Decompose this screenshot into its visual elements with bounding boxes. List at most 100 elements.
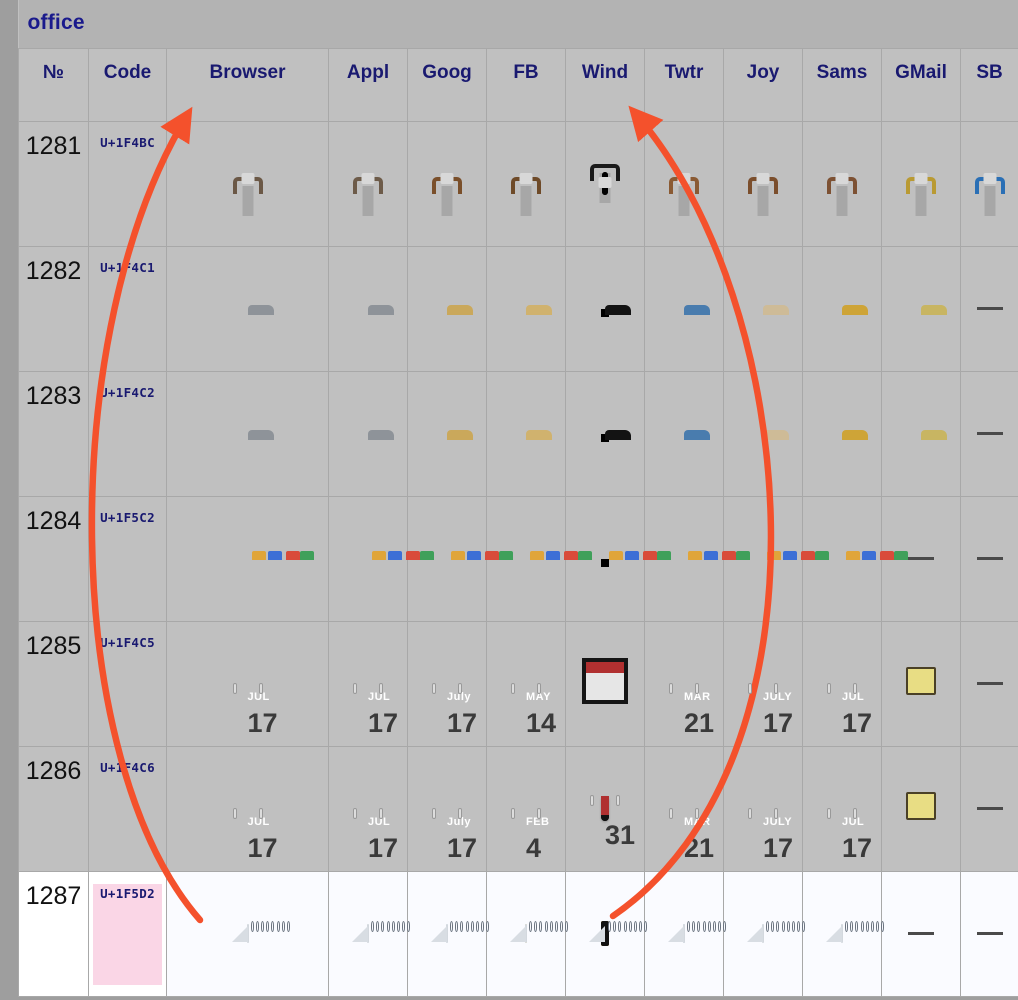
emoji-cell-fb[interactable] bbox=[486, 245, 566, 372]
emoji-cell-sams[interactable] bbox=[802, 370, 882, 497]
emoji-cell-browser[interactable] bbox=[166, 870, 329, 997]
column-header-appl[interactable]: Appl bbox=[328, 47, 408, 122]
emoji-cell-gmail[interactable] bbox=[881, 245, 961, 372]
emoji-cell-wind[interactable]: 31 bbox=[565, 745, 645, 872]
emoji-cell-appl[interactable]: JUL17 bbox=[328, 745, 408, 872]
emoji-cell-fb[interactable]: MAY14 bbox=[486, 620, 566, 747]
emoji-cell-browser[interactable]: JUL17 bbox=[166, 745, 329, 872]
emoji-cell-goog[interactable]: July17 bbox=[407, 745, 487, 872]
row-codepoint-cell[interactable]: U+1F5C2 bbox=[88, 495, 167, 622]
row-codepoint: U+1F5D2 bbox=[93, 883, 162, 985]
emoji-cell-sams[interactable] bbox=[802, 870, 885, 997]
emoji-cell-joy[interactable] bbox=[723, 870, 806, 997]
row-codepoint: U+1F4C1 bbox=[100, 259, 155, 275]
emoji-cell-sb[interactable] bbox=[959, 370, 1018, 497]
emoji-cell-goog[interactable] bbox=[407, 370, 487, 497]
not-available-dash bbox=[976, 431, 1003, 435]
emoji-cell-sams[interactable] bbox=[802, 245, 882, 372]
row-codepoint-cell[interactable]: U+1F4C5 bbox=[88, 620, 167, 747]
emoji-cell-appl[interactable] bbox=[328, 120, 408, 247]
emoji-cell-fb[interactable] bbox=[486, 870, 569, 997]
emoji-cell-sams[interactable] bbox=[802, 120, 882, 247]
emoji-cell-twtr[interactable] bbox=[644, 370, 724, 497]
briefcase-icon bbox=[598, 171, 612, 203]
row-codepoint-cell[interactable]: U+1F5D2 bbox=[88, 870, 167, 997]
emoji-cell-appl[interactable]: JUL17 bbox=[328, 620, 408, 747]
emoji-cell-browser[interactable] bbox=[166, 495, 329, 622]
table-row: 1281 U+1F4BC bbox=[18, 120, 1018, 247]
emoji-cell-gmail[interactable] bbox=[881, 620, 961, 747]
spiral-notepad-icon bbox=[231, 920, 290, 943]
emoji-cell-appl[interactable] bbox=[328, 870, 411, 997]
emoji-cell-joy[interactable] bbox=[723, 245, 803, 372]
emoji-cell-sb[interactable] bbox=[959, 245, 1018, 372]
column-header-code[interactable]: Code bbox=[88, 47, 167, 122]
emoji-cell-wind[interactable] bbox=[565, 370, 645, 497]
emoji-cell-gmail[interactable] bbox=[881, 870, 961, 997]
emoji-cell-gmail[interactable] bbox=[881, 370, 961, 497]
emoji-cell-appl[interactable] bbox=[328, 495, 434, 622]
not-available-dash bbox=[976, 931, 1003, 935]
emoji-cell-sams[interactable]: JUL17 bbox=[802, 620, 882, 747]
column-header-gmail[interactable]: GMail bbox=[881, 47, 961, 122]
emoji-cell-appl[interactable] bbox=[328, 370, 408, 497]
row-codepoint-cell[interactable]: U+1F4C6 bbox=[88, 745, 167, 872]
emoji-cell-sb[interactable] bbox=[959, 120, 1018, 247]
calendar-icon bbox=[906, 792, 936, 825]
emoji-comparison-table-wrapper: office № Code Browser Appl Goog FB Wind Twtr Joy… bbox=[18, 0, 1018, 997]
table-row: 1283 U+1F4C2 bbox=[18, 370, 1018, 497]
row-codepoint: U+1F5C2 bbox=[100, 509, 155, 525]
column-header-wind[interactable]: Wind bbox=[565, 47, 645, 122]
row-codepoint: U+1F4BC bbox=[100, 134, 155, 150]
emoji-cell-goog[interactable] bbox=[407, 245, 487, 372]
row-codepoint-cell[interactable]: U+1F4C1 bbox=[88, 245, 167, 372]
emoji-cell-browser[interactable]: JUL17 bbox=[166, 620, 329, 747]
column-header-goog[interactable]: Goog bbox=[407, 47, 487, 122]
row-codepoint-cell[interactable]: U+1F4C2 bbox=[88, 370, 167, 497]
row-codepoint-cell[interactable]: U+1F4BC bbox=[88, 120, 167, 247]
emoji-cell-wind[interactable] bbox=[565, 620, 645, 747]
emoji-cell-joy[interactable] bbox=[723, 370, 803, 497]
calendar-icon bbox=[582, 658, 628, 709]
emoji-cell-twtr[interactable]: MAR21 bbox=[644, 745, 724, 872]
emoji-cell-fb[interactable] bbox=[486, 370, 566, 497]
column-header-sb[interactable]: SB bbox=[959, 47, 1018, 122]
column-header-fb[interactable]: FB bbox=[486, 47, 566, 122]
emoji-cell-appl[interactable] bbox=[328, 245, 408, 372]
emoji-cell-joy[interactable] bbox=[723, 120, 803, 247]
spiral-notepad-icon bbox=[747, 920, 806, 943]
emoji-cell-goog[interactable]: July17 bbox=[407, 620, 487, 747]
emoji-cell-sb[interactable] bbox=[959, 870, 1018, 997]
emoji-cell-fb[interactable] bbox=[486, 120, 566, 247]
emoji-cell-wind[interactable] bbox=[565, 245, 645, 372]
emoji-cell-wind[interactable] bbox=[565, 870, 648, 997]
emoji-cell-goog[interactable] bbox=[407, 870, 490, 997]
column-header-num[interactable]: № bbox=[18, 47, 89, 122]
emoji-cell-browser[interactable] bbox=[166, 370, 329, 497]
emoji-cell-twtr[interactable] bbox=[644, 870, 727, 997]
emoji-cell-joy[interactable]: JULY17 bbox=[723, 745, 803, 872]
emoji-cell-twtr[interactable] bbox=[644, 245, 724, 372]
emoji-cell-sb[interactable] bbox=[959, 495, 1018, 622]
emoji-cell-fb[interactable]: FEB4 bbox=[486, 745, 566, 872]
emoji-cell-browser[interactable] bbox=[166, 245, 329, 372]
row-number: 1284 bbox=[18, 495, 89, 622]
emoji-cell-sams[interactable]: JUL17 bbox=[802, 745, 882, 872]
emoji-cell-wind[interactable] bbox=[565, 120, 645, 247]
table-column-header-row: № Code Browser Appl Goog FB Wind Twtr Joy Sams GMa… bbox=[18, 47, 1018, 122]
emoji-cell-browser[interactable] bbox=[166, 120, 329, 247]
emoji-cell-gmail[interactable] bbox=[881, 120, 961, 247]
emoji-cell-twtr[interactable] bbox=[644, 120, 724, 247]
column-header-browser[interactable]: Browser bbox=[166, 47, 329, 122]
emoji-cell-sb[interactable] bbox=[959, 620, 1018, 747]
emoji-cell-gmail[interactable] bbox=[881, 745, 961, 872]
emoji-cell-joy[interactable]: JULY17 bbox=[723, 620, 803, 747]
table-row: 1284 U+1F5C2 bbox=[18, 495, 1018, 622]
emoji-cell-goog[interactable] bbox=[407, 120, 487, 247]
emoji-cell-twtr[interactable]: MAR21 bbox=[644, 620, 724, 747]
column-header-twtr[interactable]: Twtr bbox=[644, 47, 724, 122]
column-header-sams[interactable]: Sams bbox=[802, 47, 882, 122]
row-number: 1285 bbox=[18, 620, 89, 747]
emoji-cell-sb[interactable] bbox=[959, 745, 1018, 872]
column-header-joy[interactable]: Joy bbox=[723, 47, 803, 122]
